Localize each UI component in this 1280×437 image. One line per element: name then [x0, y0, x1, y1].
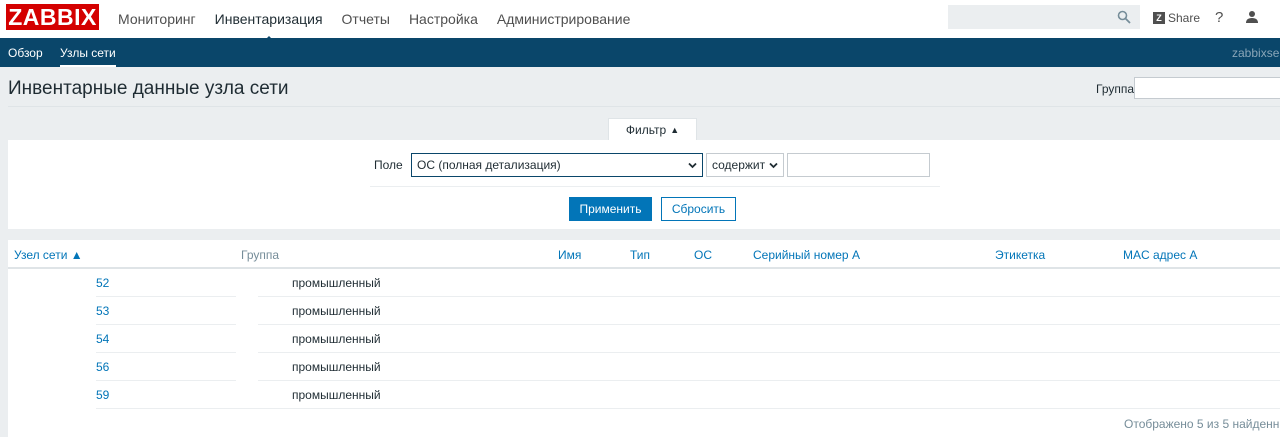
submenu-overview[interactable]: Обзор: [8, 46, 43, 60]
row-divider: [96, 352, 236, 353]
share-icon: Z: [1153, 12, 1165, 24]
col-host-sort[interactable]: Узел сети ▲: [14, 248, 83, 262]
row-divider: [258, 352, 1280, 353]
triangle-up-icon: ▲: [670, 125, 680, 135]
share-label: Share: [1168, 11, 1201, 25]
chevron-down-icon: [688, 162, 697, 169]
col-type[interactable]: Тип: [630, 248, 650, 262]
host-group: промышленный: [292, 276, 381, 290]
field-select[interactable]: ОС (полная детализация): [411, 153, 703, 177]
zabbix-logo[interactable]: ZABBIX: [6, 4, 99, 30]
header-underline: [8, 267, 1280, 269]
filter-tab[interactable]: Фильтр ▲: [608, 118, 697, 141]
col-tag[interactable]: Этикетка: [995, 248, 1045, 262]
records-count: Отображено 5 из 5 найденны: [1124, 417, 1280, 431]
host-group: промышленный: [292, 304, 381, 318]
operator-select[interactable]: содержит: [706, 153, 784, 177]
row-divider: [96, 408, 1280, 409]
row-divider: [258, 380, 1280, 381]
sub-menu: Обзор Узлы сети zabbixser: [0, 38, 1280, 67]
field-label: Поле: [374, 158, 403, 172]
group-select[interactable]: [1134, 77, 1280, 99]
host-link[interactable]: 56: [96, 360, 109, 374]
host-link[interactable]: 53: [96, 304, 109, 318]
filter-divider: [370, 186, 940, 187]
col-group: Группа: [241, 248, 280, 262]
top-header: ZABBIX Мониторинг Инвентаризация Отчеты …: [0, 0, 1280, 42]
menu-configuration[interactable]: Настройка: [409, 11, 478, 27]
group-label: Группа: [1096, 82, 1135, 96]
host-link[interactable]: 54: [96, 332, 109, 346]
col-name[interactable]: Имя: [558, 248, 581, 262]
operator-select-value: содержит: [712, 158, 766, 172]
col-mac[interactable]: MAC адрес A: [1123, 248, 1197, 262]
row-divider: [258, 296, 1280, 297]
header-divider: [8, 106, 1280, 107]
menu-inventory[interactable]: Инвентаризация: [215, 11, 323, 42]
server-name: zabbixser: [1232, 46, 1280, 60]
chevron-down-icon: [769, 162, 778, 169]
help-icon[interactable]: ?: [1215, 9, 1223, 26]
col-serial[interactable]: Серийный номер A: [753, 248, 860, 262]
reset-button[interactable]: Сбросить: [661, 197, 736, 221]
main-menu: Мониторинг Инвентаризация Отчеты Настрой…: [118, 0, 649, 42]
filter-value-input[interactable]: [787, 153, 930, 177]
search-input[interactable]: [948, 5, 1140, 29]
apply-button[interactable]: Применить: [569, 197, 652, 221]
submenu-hosts[interactable]: Узлы сети: [60, 46, 116, 67]
search-icon[interactable]: [1117, 10, 1131, 24]
field-select-value: ОС (полная детализация): [417, 158, 561, 172]
host-link[interactable]: 52: [96, 276, 109, 290]
col-os[interactable]: ОС: [694, 248, 712, 262]
row-divider: [96, 324, 236, 325]
row-divider: [258, 324, 1280, 325]
menu-administration[interactable]: Администрирование: [497, 11, 631, 27]
host-group: промышленный: [292, 332, 381, 346]
row-divider: [96, 380, 236, 381]
filter-tab-label: Фильтр: [625, 123, 667, 137]
share-button[interactable]: Z Share: [1153, 11, 1200, 25]
row-divider: [96, 296, 236, 297]
host-group: промышленный: [292, 388, 381, 402]
menu-reports[interactable]: Отчеты: [342, 11, 390, 27]
user-icon[interactable]: [1245, 10, 1259, 24]
host-link[interactable]: 59: [96, 388, 109, 402]
menu-monitoring[interactable]: Мониторинг: [118, 11, 196, 27]
host-group: промышленный: [292, 360, 381, 374]
page-title: Инвентарные данные узла сети: [8, 78, 289, 99]
